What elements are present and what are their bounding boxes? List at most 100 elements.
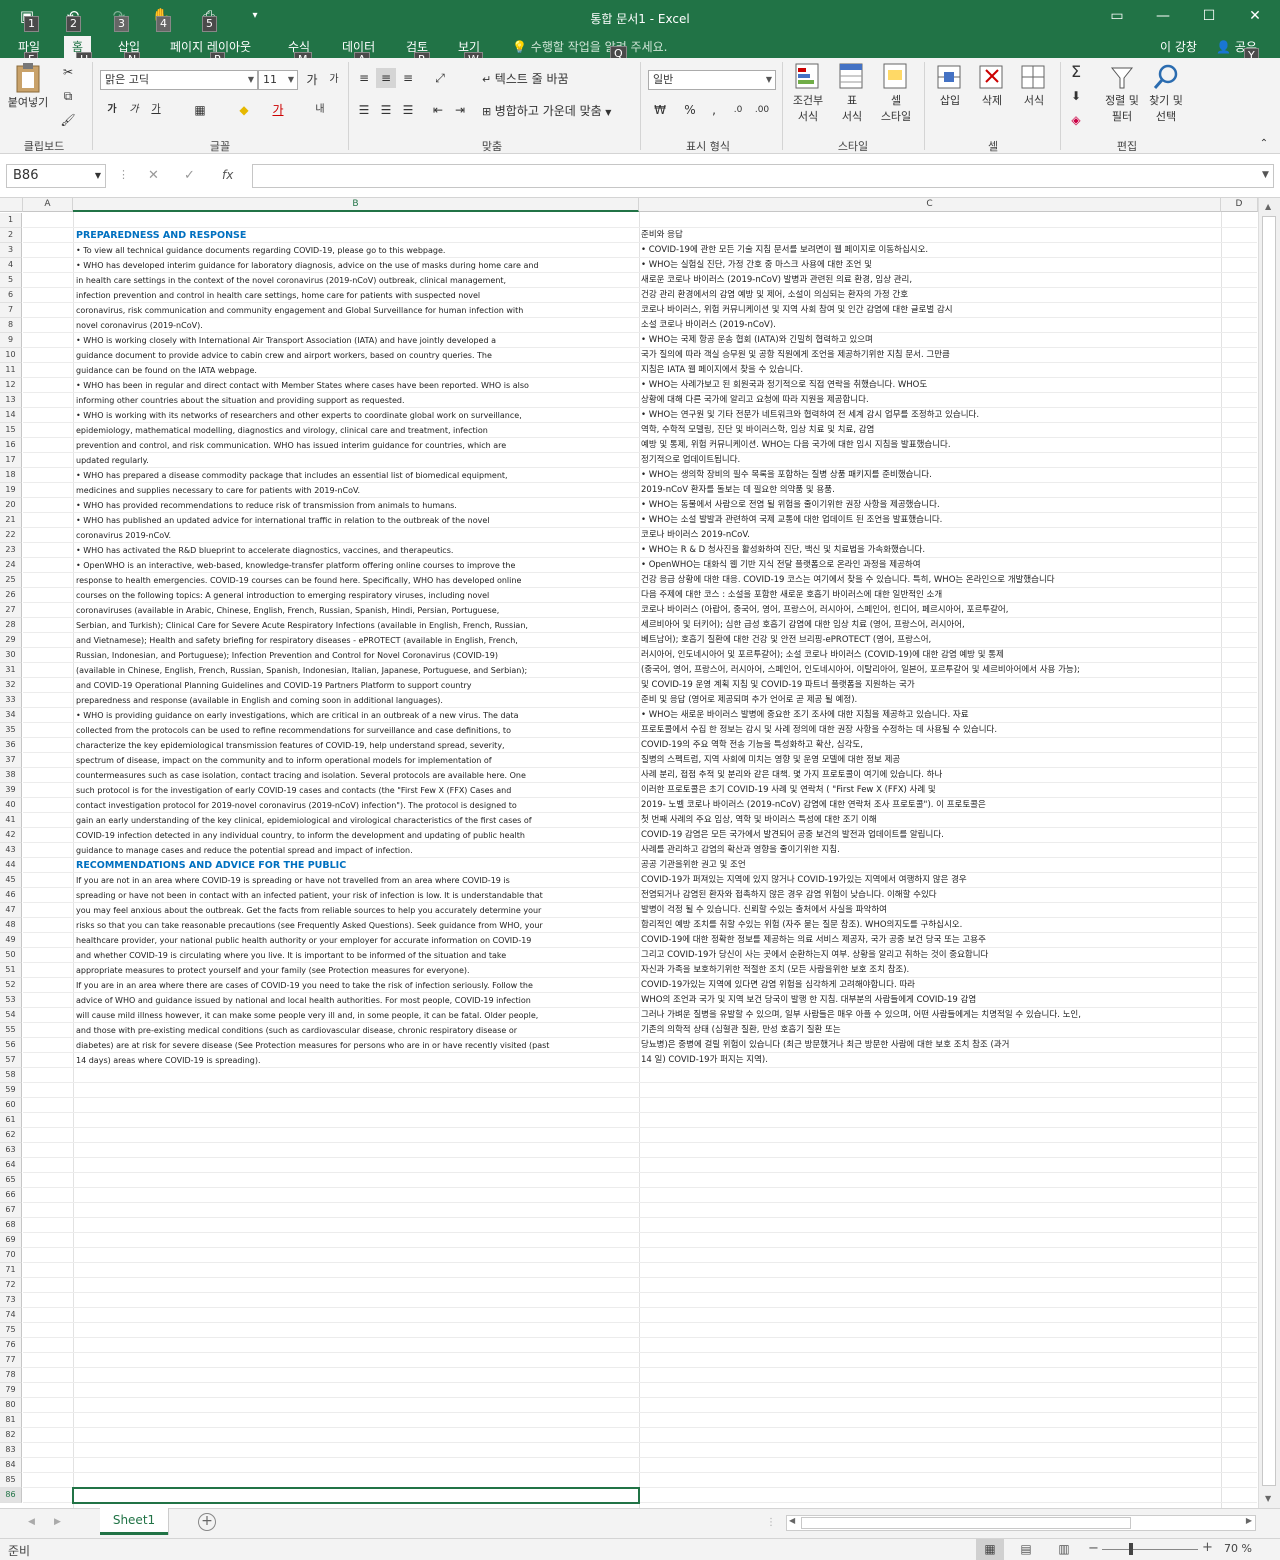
row-header[interactable]: 33 xyxy=(0,693,22,708)
number-format-combo[interactable]: 일반 ▼ xyxy=(648,70,776,90)
row-header[interactable]: 17 xyxy=(0,453,22,468)
accounting-icon[interactable]: ₩ xyxy=(650,100,670,120)
cell-b29[interactable]: and Vietnamese); Health and safety brief… xyxy=(76,633,636,648)
comma-icon[interactable]: , xyxy=(704,100,724,120)
cell-c24[interactable]: • OpenWHO는 대화식 웹 기반 지식 전달 플랫폼으로 온라인 과정을 … xyxy=(641,558,1221,573)
row-header[interactable]: 66 xyxy=(0,1188,22,1203)
format-painter-icon[interactable]: 🖌 xyxy=(58,110,78,130)
cell-b19[interactable]: medicines and supplies necessary to care… xyxy=(76,483,636,498)
insert-cells-button[interactable]: 삽입 xyxy=(930,62,970,108)
row-header[interactable]: 39 xyxy=(0,783,22,798)
row-header[interactable]: 77 xyxy=(0,1353,22,1368)
row-header[interactable]: 84 xyxy=(0,1458,22,1473)
row-header[interactable]: 58 xyxy=(0,1068,22,1083)
row-header[interactable]: 28 xyxy=(0,618,22,633)
cell-b49[interactable]: healthcare provider, your national publi… xyxy=(76,933,636,948)
decrease-decimal-icon[interactable]: .00 xyxy=(752,100,772,120)
vertical-scrollbar[interactable]: ▲ ▼ xyxy=(1258,198,1280,1508)
cut-icon[interactable]: ✂ xyxy=(58,62,78,82)
row-header[interactable]: 55 xyxy=(0,1023,22,1038)
cell-c19[interactable]: 2019-nCoV 환자를 돌보는 데 필요한 의약품 및 용품. xyxy=(641,483,1221,498)
cell-c3[interactable]: • COVID-19에 관한 모든 기술 지침 문서를 보려면이 웹 페이지로 … xyxy=(641,243,1221,258)
cell-c54[interactable]: 그러나 가벼운 질병을 유발할 수 있으며, 일부 사람들은 매우 아플 수 있… xyxy=(641,1008,1221,1023)
row-header[interactable]: 32 xyxy=(0,678,22,693)
zoom-in-icon[interactable]: + xyxy=(1202,1540,1213,1555)
find-select-button[interactable]: 찾기 및 선택 xyxy=(1144,62,1188,124)
row-header[interactable]: 11 xyxy=(0,363,22,378)
align-right-icon[interactable]: ☰ xyxy=(398,100,418,120)
sort-filter-button[interactable]: 정렬 및 필터 xyxy=(1100,62,1144,124)
cell-b22[interactable]: coronavirus 2019-nCoV. xyxy=(76,528,636,543)
scroll-left-icon[interactable]: ◀ xyxy=(789,1516,795,1525)
cell-c57[interactable]: 14 일) COVID-19가 퍼지는 지역). xyxy=(641,1053,1221,1068)
row-header[interactable]: 52 xyxy=(0,978,22,993)
row-header[interactable]: 54 xyxy=(0,1008,22,1023)
cell-b16[interactable]: prevention and control, and risk communi… xyxy=(76,438,636,453)
cell-b54[interactable]: will cause mild illness however, it can … xyxy=(76,1008,636,1023)
row-header[interactable]: 22 xyxy=(0,528,22,543)
row-header[interactable]: 29 xyxy=(0,633,22,648)
cell-c30[interactable]: 러시아어, 인도네시아어 및 포르투갈어); 소설 코로나 바이러스 (COVI… xyxy=(641,648,1221,663)
cell-b36[interactable]: characterize the key epidemiological tra… xyxy=(76,738,636,753)
normal-view-icon[interactable]: ▦ xyxy=(976,1539,1004,1560)
row-header[interactable]: 20 xyxy=(0,498,22,513)
row-header[interactable]: 80 xyxy=(0,1398,22,1413)
row-header[interactable]: 57 xyxy=(0,1053,22,1068)
row-header[interactable]: 38 xyxy=(0,768,22,783)
cell-c52[interactable]: COVID-19가있는 지역에 있다면 감염 위험을 심각하게 고려해야합니다.… xyxy=(641,978,1221,993)
cell-b21[interactable]: • WHO has published an updated advice fo… xyxy=(76,513,636,528)
cell-b17[interactable]: updated regularly. xyxy=(76,453,636,468)
cell-c51[interactable]: 자신과 가족을 보호하기위한 적절한 조치 (모든 사람을위한 보호 조치 참조… xyxy=(641,963,1221,978)
row-header[interactable]: 24 xyxy=(0,558,22,573)
cell-c2[interactable]: 준비와 응답 xyxy=(641,228,1221,243)
align-left-icon[interactable]: ☰ xyxy=(354,100,374,120)
row-header[interactable]: 36 xyxy=(0,738,22,753)
row-header[interactable]: 26 xyxy=(0,588,22,603)
cell-b8[interactable]: novel coronavirus (2019-nCoV). xyxy=(76,318,636,333)
bold-button[interactable]: 가 xyxy=(102,100,122,120)
row-header[interactable]: 75 xyxy=(0,1323,22,1338)
row-header[interactable]: 51 xyxy=(0,963,22,978)
cell-c34[interactable]: • WHO는 새로운 바이러스 발병에 중요한 조기 조사에 대한 지침을 제공… xyxy=(641,708,1221,723)
formula-input[interactable] xyxy=(252,164,1274,188)
enter-icon[interactable]: ✓ xyxy=(184,168,195,183)
increase-indent-icon[interactable]: ⇥ xyxy=(450,100,470,120)
clear-icon[interactable]: ◈ xyxy=(1066,110,1086,130)
col-header-d[interactable]: D xyxy=(1221,198,1258,212)
cell-b44[interactable]: RECOMMENDATIONS AND ADVICE FOR THE PUBLI… xyxy=(76,858,636,873)
row-header[interactable]: 9 xyxy=(0,333,22,348)
row-header[interactable]: 18 xyxy=(0,468,22,483)
row-header[interactable]: 72 xyxy=(0,1278,22,1293)
row-header[interactable]: 68 xyxy=(0,1218,22,1233)
cell-c39[interactable]: 이러한 프로토콜은 초기 COVID-19 사례 및 연락처 ( "First … xyxy=(641,783,1221,798)
cell-b43[interactable]: guidance to manage cases and reduce the … xyxy=(76,843,636,858)
cell-b2[interactable]: PREPAREDNESS AND RESPONSE xyxy=(76,228,636,243)
cell-b26[interactable]: courses on the following topics: A gener… xyxy=(76,588,636,603)
prev-sheet-icon[interactable]: ◀ xyxy=(28,1517,35,1527)
row-header[interactable]: 7 xyxy=(0,303,22,318)
cell-b42[interactable]: COVID-19 infection detected in any indiv… xyxy=(76,828,636,843)
cell-c28[interactable]: 세르비아어 및 터키어); 심한 급성 호흡기 감염에 대한 임상 치료 (영어… xyxy=(641,618,1221,633)
row-header[interactable]: 30 xyxy=(0,648,22,663)
row-header[interactable]: 31 xyxy=(0,663,22,678)
cell-c10[interactable]: 국가 질의에 따라 객실 승무원 및 공항 직원에게 조언을 제공하기위한 지침… xyxy=(641,348,1221,363)
row-header[interactable]: 23 xyxy=(0,543,22,558)
conditional-format-button[interactable]: 조건부 서식 xyxy=(788,62,828,124)
tell-me-box[interactable]: 💡 수행할 작업을 알려 주세요. xyxy=(512,38,667,55)
scroll-right-icon[interactable]: ▶ xyxy=(1246,1516,1252,1525)
row-header[interactable]: 42 xyxy=(0,828,22,843)
next-sheet-icon[interactable]: ▶ xyxy=(54,1517,61,1527)
cell-b23[interactable]: • WHO has activated the R&D blueprint to… xyxy=(76,543,636,558)
cell-c13[interactable]: 상황에 대해 다른 국가에 알리고 요청에 따라 지원을 제공합니다. xyxy=(641,393,1221,408)
cell-c5[interactable]: 새로운 코로나 바이러스 (2019-nCoV) 발병과 관련된 의료 환경, … xyxy=(641,273,1221,288)
cell-c8[interactable]: 소설 코로나 바이러스 (2019-nCoV). xyxy=(641,318,1221,333)
fill-color-icon[interactable]: ◆ xyxy=(234,100,254,120)
zoom-slider[interactable] xyxy=(1102,1549,1198,1550)
ribbon-display-icon[interactable]: ▭ xyxy=(1102,6,1132,28)
cell-b57[interactable]: 14 days) areas where COVID-19 is spreadi… xyxy=(76,1053,636,1068)
row-header[interactable]: 35 xyxy=(0,723,22,738)
col-header-b[interactable]: B xyxy=(73,198,639,212)
row-header[interactable]: 41 xyxy=(0,813,22,828)
cell-b15[interactable]: epidemiology, mathematical modelling, di… xyxy=(76,423,636,438)
cell-b25[interactable]: response to health emergencies. COVID-19… xyxy=(76,573,636,588)
